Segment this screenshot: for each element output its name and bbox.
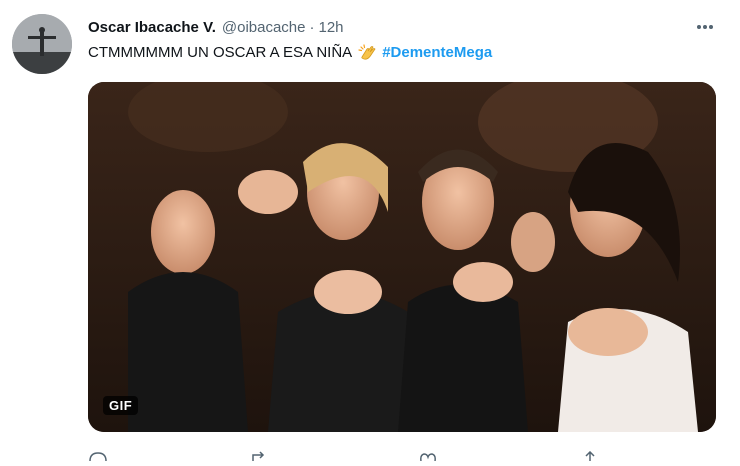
share-icon[interactable]: [580, 448, 600, 461]
tweet-actions: [88, 448, 648, 462]
clapping-hands-icon: [358, 43, 378, 63]
hashtag-link[interactable]: #DementeMega: [382, 43, 492, 63]
author-name[interactable]: Oscar Ibacache V.: [88, 19, 216, 36]
author-handle[interactable]: @oibacache: [222, 19, 306, 36]
gif-media[interactable]: [88, 82, 716, 432]
tweet-text: CTMMMMMM UN OSCAR A ESA NIÑA #DementeMeg…: [88, 43, 492, 63]
tweet-header: Oscar Ibacache V. @oibacache · 12h: [88, 16, 344, 38]
tweet-timestamp[interactable]: 12h: [319, 19, 344, 36]
more-options-icon[interactable]: [692, 14, 718, 40]
gif-badge: GIF: [103, 396, 139, 415]
retweet-icon[interactable]: [250, 448, 270, 461]
tweet-body: CTMMMMMM UN OSCAR A ESA NIÑA: [88, 44, 353, 61]
separator-dot: ·: [309, 18, 315, 36]
tweet-card[interactable]: Oscar Ibacache V. @oibacache · 12h CTMMM…: [0, 0, 740, 462]
avatar[interactable]: [12, 14, 72, 74]
like-icon[interactable]: [418, 448, 438, 462]
reply-icon[interactable]: [88, 448, 108, 462]
